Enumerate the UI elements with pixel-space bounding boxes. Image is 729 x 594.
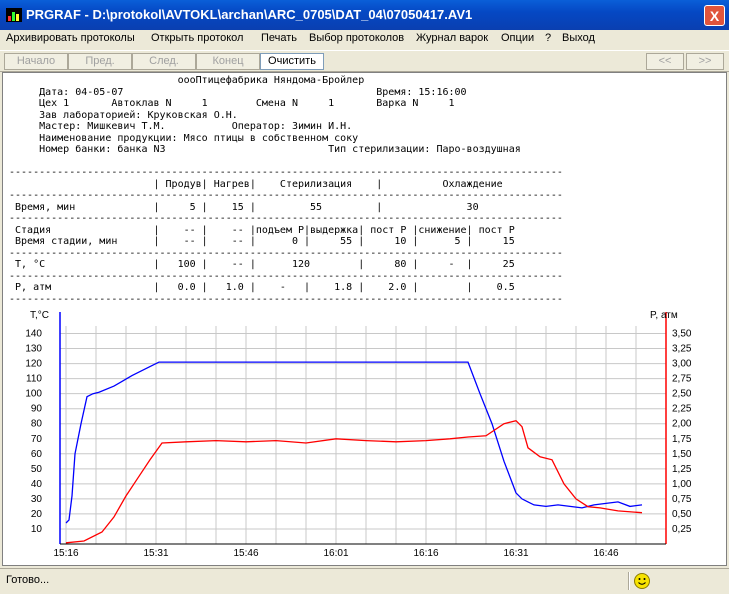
left-tick-label: 50 — [31, 464, 43, 475]
report-line: Дата: 04-05-07 Время: 15:16:00 — [9, 86, 467, 98]
report-line: Номер банки: банка N3 Тип стерилизации: … — [9, 144, 521, 155]
report-line: | Продув| Нагрев| Стерилизация | Охлажде… — [9, 178, 503, 190]
report-line: oooПтицефабрика Няндома-Бройлер — [9, 75, 365, 86]
report-line: ----------------------------------------… — [9, 167, 563, 178]
report-line: P, атм | 0.0 | 1.0 | - | 1.8 | 2.0 | | 0… — [9, 282, 515, 293]
right-tick-label: 3,50 — [672, 329, 692, 340]
left-tick-label: 130 — [25, 344, 42, 355]
menu-options[interactable]: Опции — [501, 32, 534, 44]
end-button[interactable]: Конец — [196, 53, 260, 70]
right-tick-label: 1,75 — [672, 434, 692, 445]
report-panel: oooПтицефабрика Няндома-Бройлер Дата: 04… — [2, 72, 727, 566]
temperature-pressure-chart: T,°C P, атм 10 20 30 40 50 60 70 80 90 100 110 120 130… — [25, 310, 692, 559]
left-tick-label: 70 — [31, 434, 43, 445]
left-tick-label: 100 — [25, 389, 42, 400]
right-tick-label: 0,25 — [672, 524, 692, 535]
report-line: Время стадии, мин | -- | -- | 0 | 55 | 1… — [9, 236, 515, 247]
report-line: Цех 1 Автоклав N 1 Смена N 1 Варка N 1 — [9, 98, 455, 109]
left-tick-label: 40 — [31, 479, 43, 490]
report-line: ----------------------------------------… — [9, 270, 563, 282]
toolbar: Начало Пред. След. Конец Очистить << >> — [0, 50, 729, 72]
left-tick-label: 110 — [26, 374, 42, 385]
x-tick-label: 15:16 — [53, 548, 78, 559]
status-divider — [628, 572, 630, 590]
right-tick-label: 1,50 — [672, 449, 692, 460]
start-button[interactable]: Начало — [4, 53, 68, 70]
x-tick-label: 16:31 — [503, 548, 528, 559]
title-bar: PRGRAF - D:\protokol\AVTOKL\archan\ARC_0… — [0, 0, 729, 30]
status-bar: Готово... — [0, 568, 729, 594]
report-line: ----------------------------------------… — [9, 213, 563, 224]
close-button[interactable]: X — [704, 5, 725, 26]
left-tick-label: 60 — [31, 449, 43, 460]
smiley-icon — [634, 573, 650, 589]
left-tick-label: 80 — [31, 419, 43, 430]
next-button[interactable]: След. — [132, 53, 196, 70]
left-tick-label: 10 — [31, 524, 43, 535]
chart-app-icon — [6, 8, 22, 22]
left-tick-label: 90 — [31, 404, 43, 415]
left-tick-label: 20 — [31, 509, 43, 520]
window-title: PRGRAF - D:\protokol\AVTOKL\archan\ARC_0… — [26, 7, 473, 22]
x-tick-label: 16:16 — [413, 548, 438, 559]
menu-exit[interactable]: Выход — [562, 32, 595, 44]
report-line: Наименование продукции: Мясо птицы в соб… — [9, 132, 359, 144]
report-line: Зав лабораторией: Круковская О.Н. — [9, 109, 238, 121]
left-tick-label: 140 — [25, 329, 42, 340]
x-tick-label: 16:01 — [323, 548, 348, 559]
right-tick-label: 2,00 — [672, 419, 692, 430]
right-tick-label: 0,50 — [672, 509, 692, 520]
menu-help[interactable]: ? — [545, 32, 551, 44]
x-tick-label: 15:46 — [233, 548, 258, 559]
left-tick-label: 30 — [31, 494, 43, 505]
clear-button[interactable]: Очистить — [260, 53, 324, 70]
report-line: Мастер: Мишкевич Т.М. Оператор: Зимин И.… — [9, 121, 353, 132]
x-tick-label: 16:46 — [593, 548, 618, 559]
report-line: ----------------------------------------… — [9, 190, 563, 201]
menu-archive[interactable]: Архивировать протоколы — [6, 32, 135, 44]
report-line: Время, мин | 5 | 15 | 55 | 30 — [9, 201, 479, 213]
left-axis-label: T,°C — [30, 310, 49, 321]
menu-open[interactable]: Открыть протокол — [151, 32, 243, 44]
right-tick-label: 2,25 — [672, 404, 692, 415]
right-axis-label: P, атм — [650, 310, 678, 321]
right-tick-label: 2,75 — [672, 374, 692, 385]
report-line: Стадия | -- | -- |подъем P|выдержка| пос… — [9, 224, 515, 236]
x-tick-label: 15:31 — [143, 548, 168, 559]
report-line: T, °C | 100 | -- | 120 | 80 | - | 25 — [9, 259, 515, 270]
status-text: Готово... — [6, 574, 50, 586]
menu-journal[interactable]: Журнал варок — [416, 32, 488, 44]
right-tick-label: 2,50 — [672, 389, 692, 400]
menu-print[interactable]: Печать — [261, 32, 297, 44]
menu-select[interactable]: Выбор протоколов — [309, 32, 404, 44]
menu-bar: Архивировать протоколы Открыть протокол … — [0, 30, 729, 49]
prev-button[interactable]: Пред. — [68, 53, 132, 70]
forward-button[interactable]: >> — [686, 53, 724, 70]
right-tick-label: 3,00 — [672, 359, 692, 370]
right-tick-label: 1,00 — [672, 479, 692, 490]
right-tick-label: 3,25 — [672, 344, 692, 355]
right-tick-label: 1,25 — [672, 464, 692, 475]
report-line: ----------------------------------------… — [9, 247, 563, 259]
left-tick-label: 120 — [25, 359, 42, 370]
rewind-button[interactable]: << — [646, 53, 684, 70]
right-tick-label: 0,75 — [672, 494, 692, 505]
report-line: ----------------------------------------… — [9, 293, 563, 305]
